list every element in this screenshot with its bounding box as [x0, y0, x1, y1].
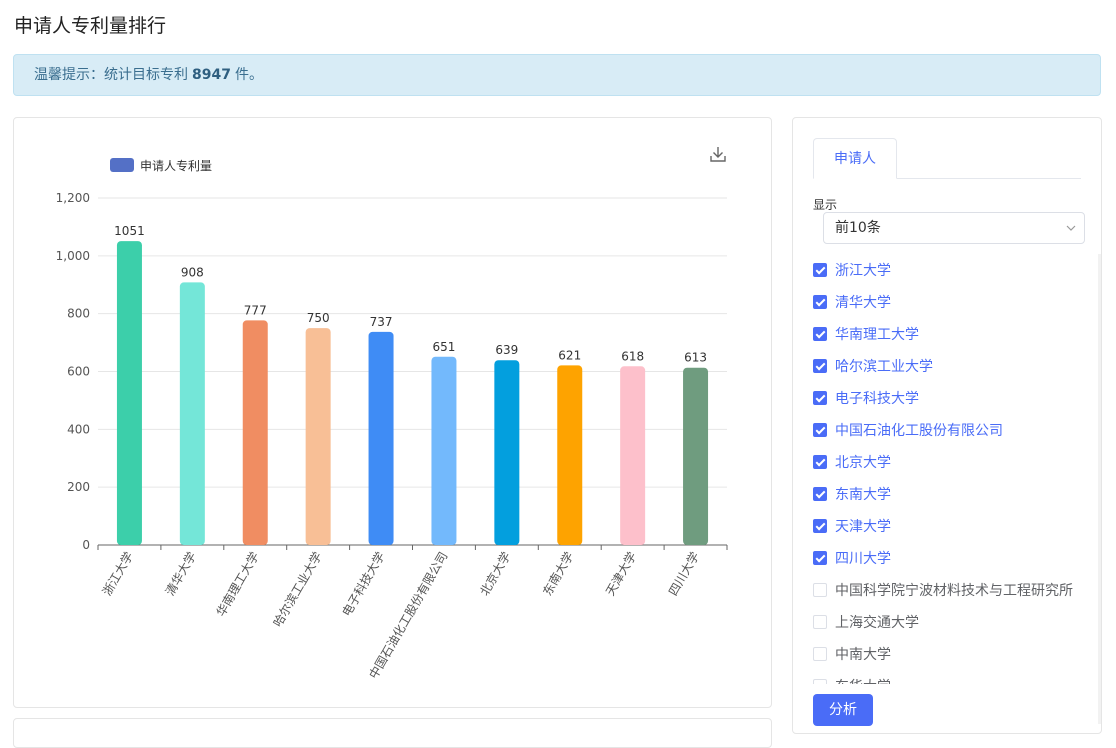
applicant-checkbox[interactable] — [813, 679, 827, 684]
bar-value-label: 750 — [307, 311, 330, 325]
bar — [369, 332, 394, 545]
x-category-label: 四川大学 — [665, 549, 702, 598]
x-category-label: 天津大学 — [602, 549, 639, 598]
bar — [683, 368, 708, 545]
x-category-label: 北京大学 — [476, 549, 513, 598]
y-tick-label: 1,000 — [56, 249, 90, 263]
applicant-checkbox[interactable] — [813, 327, 827, 341]
applicant-item[interactable]: 浙江大学 — [813, 254, 1101, 286]
applicant-label: 清华大学 — [835, 292, 891, 312]
chevron-down-icon — [1066, 223, 1076, 233]
bar-chart: 0 200 400 600 800 1,000 1,200 1051 浙江大学 908 清华大学 77… — [14, 118, 771, 707]
bar-value-label: 908 — [181, 265, 204, 279]
applicant-item[interactable]: 华南理工大学 — [813, 318, 1101, 350]
page-title: 申请人专利量排行 — [14, 11, 166, 38]
applicant-label: 东南大学 — [835, 484, 891, 504]
bar-value-label: 618 — [621, 349, 644, 363]
y-tick-label: 600 — [67, 365, 90, 379]
legend-label: 申请人专利量 — [140, 158, 212, 173]
applicant-checkbox[interactable] — [813, 647, 827, 661]
alert-suffix: 件。 — [235, 67, 263, 83]
applicant-checkbox[interactable] — [813, 455, 827, 469]
applicant-checkbox[interactable] — [813, 359, 827, 373]
x-category-label: 华南理工大学 — [213, 549, 262, 619]
applicant-list: 浙江大学清华大学华南理工大学哈尔滨工业大学电子科技大学中国石油化工股份有限公司北… — [813, 254, 1101, 684]
y-tick-label: 1,200 — [56, 191, 90, 205]
applicant-label: 天津大学 — [835, 516, 891, 536]
x-category-label: 东南大学 — [539, 549, 576, 598]
bar-value-label: 621 — [558, 348, 581, 362]
applicant-item[interactable]: 中国科学院宁波材料技术与工程研究所 — [813, 574, 1101, 606]
applicant-label: 华南理工大学 — [835, 324, 919, 344]
chart-panel: 0 200 400 600 800 1,000 1,200 1051 浙江大学 908 清华大学 77… — [13, 117, 772, 708]
y-tick-label: 800 — [67, 307, 90, 321]
info-alert: 温馨提示：统计目标专利8947件。 — [13, 54, 1101, 96]
applicant-item[interactable]: 天津大学 — [813, 510, 1101, 542]
applicant-checkbox[interactable] — [813, 391, 827, 405]
analyze-button[interactable]: 分析 — [813, 694, 873, 726]
bar-value-label: 777 — [244, 303, 267, 317]
scrollbar[interactable] — [1098, 254, 1101, 724]
applicant-item[interactable]: 上海交通大学 — [813, 606, 1101, 638]
applicant-item[interactable]: 清华大学 — [813, 286, 1101, 318]
applicant-label: 上海交通大学 — [835, 612, 919, 632]
x-category-label: 电子科技大学 — [339, 549, 388, 619]
x-category-label: 清华大学 — [162, 549, 199, 598]
applicant-label: 东华大学 — [835, 676, 891, 684]
display-count-select[interactable]: 前10条 — [823, 212, 1085, 244]
bar-value-label: 651 — [432, 340, 455, 354]
bar — [494, 360, 519, 545]
applicant-label: 四川大学 — [835, 548, 891, 568]
alert-count: 8947 — [192, 67, 231, 83]
bar-value-label: 737 — [370, 315, 393, 329]
applicant-label: 中国石油化工股份有限公司 — [835, 420, 1003, 440]
download-icon[interactable] — [708, 144, 728, 164]
applicant-checkbox[interactable] — [813, 551, 827, 565]
y-tick-label: 400 — [67, 422, 90, 436]
bar — [557, 365, 582, 545]
y-tick-label: 200 — [67, 480, 90, 494]
applicant-label: 中国科学院宁波材料技术与工程研究所 — [835, 580, 1073, 600]
bar-value-label: 639 — [495, 343, 518, 357]
y-tick-label: 0 — [82, 538, 90, 552]
applicant-label: 中南大学 — [835, 644, 891, 664]
applicant-label: 北京大学 — [835, 452, 891, 472]
bar — [117, 241, 142, 545]
alert-prefix: 温馨提示：统计目标专利 — [34, 67, 188, 83]
applicant-checkbox[interactable] — [813, 583, 827, 597]
bar-value-label: 613 — [684, 351, 707, 365]
applicant-checkbox[interactable] — [813, 263, 827, 277]
secondary-panel — [13, 718, 772, 748]
applicant-item[interactable]: 东南大学 — [813, 478, 1101, 510]
applicant-checkbox[interactable] — [813, 423, 827, 437]
applicant-checkbox[interactable] — [813, 295, 827, 309]
applicant-item[interactable]: 电子科技大学 — [813, 382, 1101, 414]
applicant-item[interactable]: 中国石油化工股份有限公司 — [813, 414, 1101, 446]
tab-bar: 申请人 — [813, 138, 1081, 179]
x-category-label: 浙江大学 — [99, 549, 136, 598]
applicant-item[interactable]: 中南大学 — [813, 638, 1101, 670]
select-value: 前10条 — [835, 220, 881, 236]
applicant-item[interactable]: 四川大学 — [813, 542, 1101, 574]
bar — [306, 328, 331, 545]
bar — [180, 282, 205, 545]
applicant-label: 哈尔滨工业大学 — [835, 356, 933, 376]
applicant-item[interactable]: 哈尔滨工业大学 — [813, 350, 1101, 382]
applicant-item[interactable]: 东华大学 — [813, 670, 1101, 684]
tab-applicant[interactable]: 申请人 — [813, 138, 897, 179]
applicant-checkbox[interactable] — [813, 615, 827, 629]
applicant-label: 电子科技大学 — [835, 388, 919, 408]
applicant-checkbox[interactable] — [813, 487, 827, 501]
bar — [431, 357, 456, 545]
bar-value-label: 1051 — [114, 224, 145, 238]
legend-swatch — [110, 158, 134, 172]
x-category-label: 哈尔滨工业大学 — [270, 549, 325, 629]
applicant-label: 浙江大学 — [835, 260, 891, 280]
bar — [620, 366, 645, 545]
applicant-checkbox[interactable] — [813, 519, 827, 533]
show-label: 显示 — [813, 196, 837, 213]
applicant-item[interactable]: 北京大学 — [813, 446, 1101, 478]
filter-sidebar: 申请人 显示 前10条 浙江大学清华大学华南理工大学哈尔滨工业大学电子科技大学中… — [792, 117, 1102, 734]
bar — [243, 320, 268, 545]
